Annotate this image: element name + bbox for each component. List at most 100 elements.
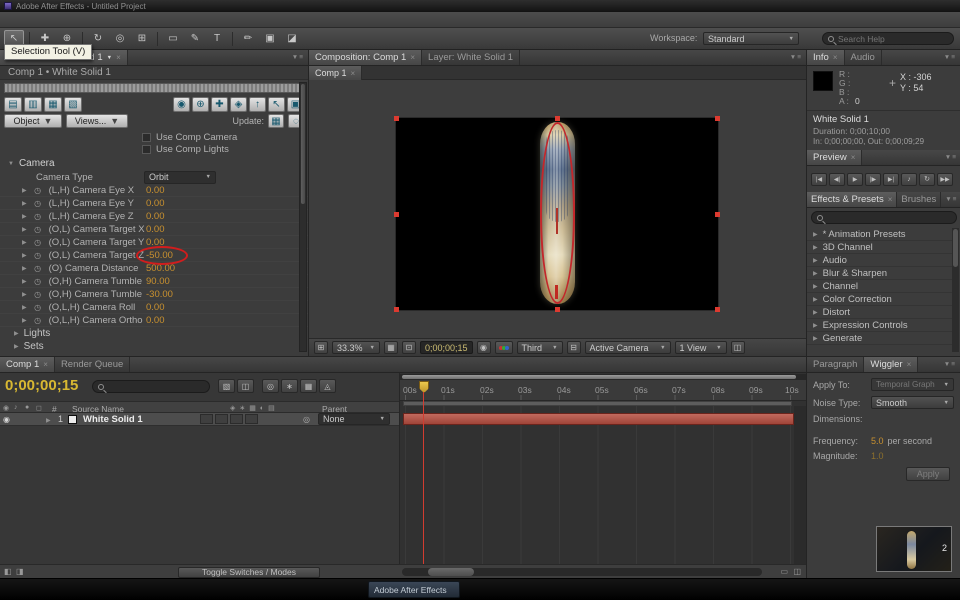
comp-marker-icon[interactable]: ◧: [4, 567, 12, 576]
stopwatch-icon[interactable]: ◷: [33, 225, 43, 234]
camera-view-dropdown[interactable]: Active Camera▼: [585, 341, 671, 354]
timeline-search-box[interactable]: [92, 380, 210, 393]
panel-menu-icon[interactable]: ▼≡: [941, 196, 960, 203]
magnification-dropdown[interactable]: 33.3%▼: [332, 341, 380, 354]
layer-name[interactable]: White Solid 1: [83, 414, 143, 425]
scrollbar-thumb[interactable]: [428, 568, 474, 576]
selection-handle[interactable]: [555, 116, 560, 121]
close-icon[interactable]: ×: [833, 53, 838, 62]
mask-tool-button[interactable]: ▭: [163, 30, 183, 47]
last-frame-button[interactable]: ▶|: [883, 173, 899, 186]
effect-ui-button[interactable]: ↖: [268, 97, 285, 112]
expander-icon[interactable]: ▶: [22, 226, 27, 233]
composition-mini-flowchart-icon[interactable]: ▧: [218, 379, 235, 393]
effect-ui-button[interactable]: ▤: [4, 97, 22, 112]
selection-handle[interactable]: [394, 307, 399, 312]
selection-handle[interactable]: [715, 307, 720, 312]
effect-ui-button[interactable]: ⊕: [192, 97, 209, 112]
expander-icon[interactable]: ▶: [22, 317, 27, 324]
tab-effects-presets[interactable]: Effects & Presets×: [807, 192, 897, 207]
expander-icon[interactable]: ▶: [813, 244, 818, 251]
panel-menu-icon[interactable]: ▼≡: [941, 154, 960, 161]
panel-menu-icon[interactable]: ▼≡: [940, 361, 960, 368]
layer-color-swatch[interactable]: [68, 415, 77, 424]
workspace-dropdown[interactable]: Standard▼: [703, 32, 799, 45]
first-frame-button[interactable]: |◀: [811, 173, 827, 186]
apply-button[interactable]: Apply: [906, 467, 950, 481]
effect-ui-button[interactable]: ◈: [230, 97, 247, 112]
tab-audio[interactable]: Audio: [845, 50, 882, 65]
stopwatch-icon[interactable]: ◷: [33, 251, 43, 260]
panel-grip[interactable]: [4, 83, 304, 93]
effects-category[interactable]: ▶Blur & Sharpen: [807, 267, 954, 280]
property-value[interactable]: 0.00: [146, 224, 165, 235]
pixel-aspect-icon[interactable]: ◫: [731, 341, 745, 354]
tab-render-queue[interactable]: Render Queue: [55, 357, 130, 372]
time-navigator-bar[interactable]: [402, 375, 796, 379]
sets-group-header[interactable]: ▶Sets: [0, 340, 308, 353]
use-comp-camera-checkbox[interactable]: [142, 133, 151, 142]
draft-3d-icon[interactable]: ◬: [319, 379, 336, 393]
tab-info[interactable]: Info×: [807, 50, 845, 65]
layer-switch-cell[interactable]: [230, 414, 243, 424]
next-frame-button[interactable]: |▶: [865, 173, 881, 186]
subtab-comp1[interactable]: Comp 1×: [309, 66, 362, 80]
expander-icon[interactable]: ▶: [22, 200, 27, 207]
selection-handle[interactable]: [555, 307, 560, 312]
resolution-dropdown[interactable]: Third▼: [517, 341, 563, 354]
shy-layers-icon[interactable]: ◫: [237, 379, 254, 393]
effects-search-input[interactable]: [827, 213, 951, 223]
layer-visibility-icon[interactable]: ◉: [3, 415, 10, 424]
brush-tool-button[interactable]: ✏: [238, 30, 258, 47]
pen-tool-button[interactable]: ✎: [185, 30, 205, 47]
tab-wiggler[interactable]: Wiggler×: [864, 357, 918, 372]
region-of-interest-icon[interactable]: ⊟: [567, 341, 581, 354]
tab-comp1-timeline[interactable]: Comp 1×: [0, 357, 55, 372]
tab-brushes[interactable]: Brushes: [897, 192, 941, 207]
effect-ui-button[interactable]: ▦: [44, 97, 62, 112]
parent-pickwhip-icon[interactable]: ◎: [303, 415, 310, 424]
eraser-tool-button[interactable]: ◪: [282, 30, 302, 47]
object-dropdown[interactable]: Object▼: [4, 114, 62, 128]
comp-object-cylinder[interactable]: [540, 122, 575, 304]
grid-guides-icon[interactable]: ▦: [384, 341, 398, 354]
layer-row[interactable]: ◉ ▶ 1 White Solid 1 ◎ None▼: [0, 413, 400, 426]
ram-preview-button[interactable]: ▶▶: [937, 173, 953, 186]
current-timecode[interactable]: 0;00;00;15: [5, 377, 78, 394]
expander-icon[interactable]: ▶: [22, 252, 27, 259]
snapshot-icon[interactable]: ◉: [477, 341, 491, 354]
expander-icon[interactable]: ▶: [22, 265, 27, 272]
frequency-value[interactable]: 5.0: [871, 436, 884, 446]
views-dropdown[interactable]: Views...▼: [66, 114, 128, 128]
selection-handle[interactable]: [394, 212, 399, 217]
expander-icon[interactable]: ▶: [22, 304, 27, 311]
expander-icon[interactable]: ▶: [22, 239, 27, 246]
stopwatch-icon[interactable]: ◷: [33, 277, 43, 286]
zoom-in-icon[interactable]: ◫: [793, 567, 801, 576]
property-value[interactable]: 0.00: [146, 198, 165, 209]
comp-button-icon[interactable]: ◨: [16, 567, 24, 576]
stopwatch-icon[interactable]: ◷: [33, 186, 43, 195]
expander-icon[interactable]: ▶: [813, 257, 818, 264]
close-icon[interactable]: ×: [410, 53, 415, 62]
timeline-search-input[interactable]: [108, 382, 204, 392]
use-comp-lights-checkbox[interactable]: [142, 145, 151, 154]
type-tool-button[interactable]: T: [207, 30, 227, 47]
property-value[interactable]: 0.00: [146, 315, 165, 326]
effects-category[interactable]: ▶Channel: [807, 280, 954, 293]
scrollbar-thumb[interactable]: [953, 229, 958, 267]
close-icon[interactable]: ×: [907, 360, 912, 369]
property-value[interactable]: 0.00: [146, 302, 165, 313]
layer-expander-icon[interactable]: ▶: [46, 417, 51, 424]
pan-behind-tool-button[interactable]: ⊞: [132, 30, 152, 47]
expander-icon[interactable]: ▶: [813, 270, 818, 277]
time-ruler[interactable]: 00s 01s 02s 03s 04s 05s 06s 07s 08s 09s …: [400, 380, 806, 401]
panel-menu-icon[interactable]: ▼≡: [786, 54, 806, 61]
safe-zones-icon[interactable]: ⊡: [402, 341, 416, 354]
tab-layer[interactable]: Layer: White Solid 1: [422, 50, 520, 65]
effect-ui-button[interactable]: ▥: [24, 97, 42, 112]
expander-icon[interactable]: ▶: [14, 343, 19, 350]
expander-icon[interactable]: ▶: [22, 278, 27, 285]
selection-handle[interactable]: [715, 212, 720, 217]
selection-handle[interactable]: [394, 116, 399, 121]
